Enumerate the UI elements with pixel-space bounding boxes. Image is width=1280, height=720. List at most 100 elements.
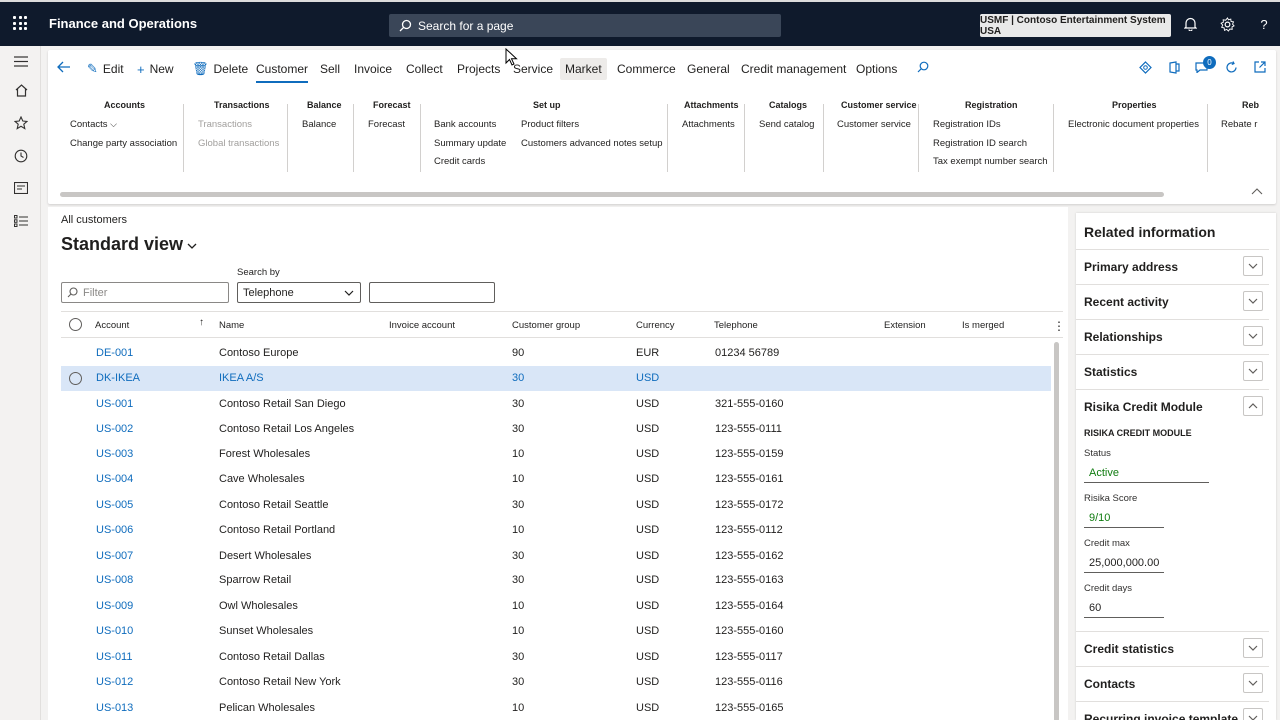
column-header-customer-group[interactable]: Customer group — [512, 320, 580, 331]
delete-button[interactable]: 🗑 Delete — [192, 58, 248, 80]
office-icon[interactable] — [1166, 59, 1182, 75]
power-apps-icon[interactable] — [1137, 59, 1153, 75]
column-header-invoice-account[interactable]: Invoice account — [389, 320, 455, 331]
transactions-button[interactable]: Transactions — [198, 119, 252, 130]
back-arrow-icon[interactable] — [56, 59, 72, 75]
clock-icon[interactable] — [12, 147, 30, 165]
credit-cards-button[interactable]: Credit cards — [434, 156, 485, 167]
select-all-radio[interactable] — [69, 318, 82, 331]
section-credit-statistics[interactable]: Credit statistics — [1076, 631, 1269, 666]
column-header-currency[interactable]: Currency — [636, 320, 675, 331]
edit-button[interactable]: ✎ Edit — [87, 58, 124, 80]
change-party-association-button[interactable]: Change party association — [70, 138, 177, 149]
tab-general[interactable]: General — [687, 58, 730, 80]
column-header-account[interactable]: Account — [95, 320, 129, 331]
forecast-button[interactable]: Forecast — [368, 119, 405, 130]
table-row[interactable]: US-002 Contoso Retail Los Angeles 30 USD 123… — [61, 417, 1051, 442]
tax-exempt-number-search-button[interactable]: Tax exempt number search — [933, 156, 1048, 167]
help-icon[interactable]: ? — [1255, 15, 1273, 33]
section-recent-activity[interactable]: Recent activity — [1076, 284, 1269, 319]
hamburger-icon[interactable] — [12, 52, 30, 70]
status-field[interactable]: Active — [1084, 463, 1209, 483]
collapse-chevron-up-icon[interactable] — [1251, 187, 1263, 198]
cell-account[interactable]: DE-001 — [96, 347, 133, 359]
credit-max-field[interactable]: 25,000,000.00 — [1084, 553, 1164, 573]
column-header-name[interactable]: Name — [219, 320, 244, 331]
tab-collect[interactable]: Collect — [406, 58, 443, 80]
tab-market[interactable]: Market — [560, 58, 607, 80]
table-row[interactable]: US-001 Contoso Retail San Diego 30 USD 321-5… — [61, 392, 1051, 417]
cell-account[interactable]: US-007 — [96, 550, 133, 562]
row-select-radio[interactable] — [69, 372, 82, 385]
section-relationships[interactable]: Relationships — [1076, 319, 1269, 354]
contacts-menu-button[interactable]: Contacts ⌵ — [70, 119, 117, 130]
section-primary-address[interactable]: Primary address — [1076, 249, 1269, 284]
rebate-button[interactable]: Rebate r — [1221, 119, 1257, 130]
search-actions-icon[interactable] — [915, 59, 931, 75]
table-row[interactable]: US-008 Sparrow Retail 30 USD 123-555-0163 — [61, 568, 1051, 593]
cell-account[interactable]: US-001 — [96, 398, 133, 410]
section-recurring-invoice-template[interactable]: Recurring invoice template — [1076, 701, 1269, 720]
table-row[interactable]: US-013 Pelican Wholesales 10 USD 123-555-016… — [61, 696, 1051, 720]
chevron-up-icon[interactable] — [1243, 396, 1263, 416]
balance-button[interactable]: Balance — [302, 119, 336, 130]
tab-commerce[interactable]: Commerce — [617, 58, 676, 80]
app-launcher-icon[interactable] — [13, 16, 27, 30]
chevron-down-icon[interactable] — [1243, 326, 1263, 346]
cell-account[interactable]: US-011 — [96, 651, 132, 663]
tab-sell[interactable]: Sell — [320, 58, 340, 80]
new-button[interactable]: + New — [137, 58, 174, 80]
table-row[interactable]: DK-IKEA IKEA A/S 30 USD — [61, 366, 1051, 391]
section-contacts[interactable]: Contacts — [1076, 666, 1269, 701]
cell-account[interactable]: US-008 — [96, 574, 133, 586]
cell-account[interactable]: US-004 — [96, 473, 133, 485]
table-row[interactable]: DE-001 Contoso Europe 90 EUR 01234 56789 — [61, 341, 1051, 366]
gear-icon[interactable] — [1218, 15, 1236, 33]
chevron-down-icon[interactable] — [1243, 708, 1263, 720]
send-catalog-button[interactable]: Send catalog — [759, 119, 814, 130]
messages-icon[interactable] — [1193, 59, 1209, 75]
credit-days-field[interactable]: 60 — [1084, 598, 1164, 618]
bank-accounts-button[interactable]: Bank accounts — [434, 119, 496, 130]
column-header-is-merged[interactable]: Is merged — [962, 320, 1004, 331]
sort-ascending-icon[interactable]: ↑ — [199, 317, 204, 328]
tab-service[interactable]: Service — [513, 58, 553, 80]
risika-score-field[interactable]: 9/10 — [1084, 508, 1164, 528]
column-header-telephone[interactable]: Telephone — [714, 320, 758, 331]
app-title[interactable]: Finance and Operations — [49, 16, 197, 31]
horizontal-scrollbar[interactable] — [60, 192, 1164, 197]
column-header-extension[interactable]: Extension — [884, 320, 926, 331]
table-row[interactable]: US-005 Contoso Retail Seattle 30 USD 123-555… — [61, 493, 1051, 518]
cell-account[interactable]: US-013 — [96, 702, 133, 714]
chevron-down-icon[interactable] — [1243, 256, 1263, 276]
electronic-document-properties-button[interactable]: Electronic document properties — [1068, 119, 1199, 130]
chevron-down-icon[interactable] — [1243, 291, 1263, 311]
refresh-icon[interactable] — [1223, 59, 1239, 75]
summary-update-button[interactable]: Summary update — [434, 138, 506, 149]
cell-account[interactable]: US-009 — [96, 600, 133, 612]
tab-invoice[interactable]: Invoice — [354, 58, 392, 80]
table-row[interactable]: US-009 Owl Wholesales 10 USD 123-555-0164 — [61, 594, 1051, 619]
filter-input[interactable]: Filter — [61, 282, 229, 303]
tab-credit-management[interactable]: Credit management — [741, 58, 846, 80]
cell-account[interactable]: US-005 — [96, 499, 133, 511]
attachments-button[interactable]: Attachments — [682, 119, 735, 130]
table-row[interactable]: US-010 Sunset Wholesales 10 USD 123-555-0160 — [61, 619, 1051, 644]
workspaces-icon[interactable] — [12, 179, 30, 197]
tab-projects[interactable]: Projects — [457, 58, 500, 80]
global-transactions-button[interactable]: Global transactions — [198, 138, 279, 149]
home-icon[interactable] — [12, 81, 30, 99]
chevron-down-icon[interactable] — [1243, 673, 1263, 693]
table-row[interactable]: US-011 Contoso Retail Dallas 30 USD 123-555-… — [61, 645, 1051, 670]
modules-icon[interactable] — [12, 212, 30, 230]
section-statistics[interactable]: Statistics — [1076, 354, 1269, 389]
tab-customer[interactable]: Customer — [256, 58, 309, 83]
registration-ids-button[interactable]: Registration IDs — [933, 119, 1001, 130]
table-row[interactable]: US-012 Contoso Retail New York 30 USD 123-55… — [61, 670, 1051, 695]
chevron-down-icon[interactable] — [1243, 361, 1263, 381]
view-selector[interactable]: Standard view — [61, 234, 197, 255]
cell-account[interactable]: US-006 — [96, 524, 133, 536]
search-value-input[interactable] — [369, 282, 495, 303]
search-by-select[interactable]: Telephone — [237, 282, 361, 303]
open-in-new-window-icon[interactable] — [1252, 59, 1268, 75]
